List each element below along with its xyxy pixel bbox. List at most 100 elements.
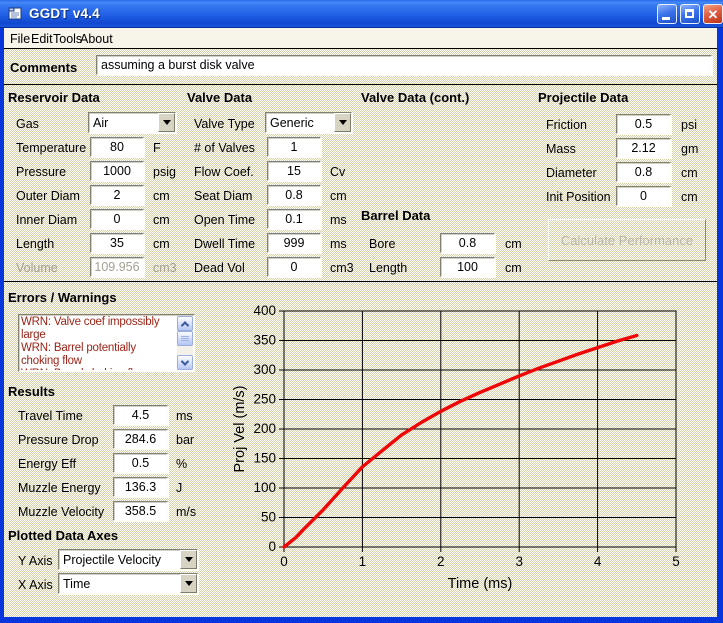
scroll-down-button[interactable] <box>177 355 193 370</box>
x-tick-label: 1 <box>359 554 367 569</box>
seat-diam-unit: cm <box>330 189 347 203</box>
friction-label: Friction <box>546 118 587 132</box>
inner-diam-input[interactable] <box>90 209 144 229</box>
volume-input <box>90 257 144 277</box>
menu-file[interactable]: File <box>10 32 30 46</box>
muzzle-energy-label: Muzzle Energy <box>18 481 101 495</box>
bore-unit: cm <box>505 237 522 251</box>
maximize-button[interactable] <box>680 4 700 24</box>
menu-about[interactable]: About <box>80 32 113 46</box>
x-axis-select[interactable]: Time <box>58 573 198 594</box>
temperature-input[interactable] <box>90 137 144 157</box>
muzzle-energy-unit: J <box>176 481 182 495</box>
y-tick-label: 50 <box>261 510 276 525</box>
chevron-down-icon <box>163 120 171 125</box>
barrel-header: Barrel Data <box>361 208 430 223</box>
velocity-curve <box>284 336 637 548</box>
errors-list: WRN: Valve coef impossibly large WRN: Ba… <box>21 316 177 370</box>
x-axis-value: Time <box>59 577 180 591</box>
seat-diam-label: Seat Diam <box>194 189 252 203</box>
titlebar[interactable]: GGDT v4.4 ✕ <box>0 0 723 28</box>
y-tick-label: 250 <box>253 392 276 407</box>
outer-diam-input[interactable] <box>90 185 144 205</box>
y-tick-label: 200 <box>253 421 276 436</box>
gas-dropdown-button[interactable] <box>158 113 175 132</box>
muzzle-energy-value <box>113 477 168 497</box>
scroll-up-button[interactable] <box>177 316 193 331</box>
barrel-length-label: Length <box>369 261 407 275</box>
flow-coef-unit: Cv <box>330 165 345 179</box>
x-tick-label: 0 <box>280 554 288 569</box>
bore-input[interactable] <box>440 233 495 253</box>
valve-type-select[interactable]: Generic <box>265 112 352 133</box>
x-tick-label: 5 <box>672 554 680 569</box>
dwell-time-label: Dwell Time <box>194 237 255 251</box>
menu-edit[interactable]: Edit <box>31 32 53 46</box>
y-tick-label: 150 <box>253 451 276 466</box>
temperature-label: Temperature <box>16 141 86 155</box>
y-tick-label: 400 <box>253 303 276 318</box>
volume-unit: cm3 <box>153 261 177 275</box>
warning-item[interactable]: WRN: Valve coef impossibly large <box>21 316 177 342</box>
init-position-input[interactable] <box>616 186 671 206</box>
warning-item[interactable]: WRN: Barrel choking flow <box>21 368 177 370</box>
dead-vol-input[interactable] <box>267 257 321 277</box>
calculate-performance-button[interactable]: Calculate Performance <box>548 219 706 261</box>
form-divider <box>4 281 717 282</box>
open-time-unit: ms <box>330 213 347 227</box>
flow-coef-input[interactable] <box>267 161 321 181</box>
y-tick-label: 300 <box>253 362 276 377</box>
seat-diam-input[interactable] <box>267 185 321 205</box>
travel-time-label: Travel Time <box>18 409 83 423</box>
diameter-input[interactable] <box>616 162 671 182</box>
open-time-input[interactable] <box>267 209 321 229</box>
gas-value: Air <box>89 116 158 130</box>
friction-input[interactable] <box>616 114 671 134</box>
projectile-header: Projectile Data <box>538 90 628 105</box>
comments-input[interactable] <box>96 55 712 75</box>
reservoir-header: Reservoir Data <box>8 90 100 105</box>
gas-select[interactable]: Air <box>88 112 176 133</box>
res-length-unit: cm <box>153 237 170 251</box>
warning-item[interactable]: WRN: Barrel potentially choking flow <box>21 342 177 368</box>
comments-row: Comments <box>4 50 717 85</box>
travel-time-unit: ms <box>176 409 193 423</box>
app-icon <box>7 5 24 22</box>
init-position-label: Init Position <box>546 190 611 204</box>
num-valves-input[interactable] <box>267 137 321 157</box>
y-axis-select[interactable]: Projectile Velocity <box>58 549 198 570</box>
scrollbar-thumb[interactable] <box>177 331 193 346</box>
y-tick-label: 350 <box>253 333 276 348</box>
valve-cont-header: Valve Data (cont.) <box>361 90 469 105</box>
pressure-input[interactable] <box>90 161 144 181</box>
close-button[interactable]: ✕ <box>703 4 723 24</box>
menu-tools[interactable]: Tools <box>53 32 82 46</box>
x-axis-label: X Axis <box>18 578 53 592</box>
muzzle-velocity-value <box>113 501 168 521</box>
muzzle-velocity-unit: m/s <box>176 505 196 519</box>
window-title: GGDT v4.4 <box>29 6 100 21</box>
energy-eff-value <box>113 453 168 473</box>
valve-type-dropdown-button[interactable] <box>334 113 351 132</box>
y-axis-value: Projectile Velocity <box>59 553 180 567</box>
menubar: File Edit Tools About <box>4 28 717 49</box>
open-time-label: Open Time <box>194 213 255 227</box>
errors-scrollbar[interactable] <box>177 316 193 370</box>
mass-unit: gm <box>681 142 698 156</box>
pressure-drop-label: Pressure Drop <box>18 433 99 447</box>
errors-listbox[interactable]: WRN: Valve coef impossibly large WRN: Ba… <box>18 314 195 372</box>
dwell-time-input[interactable] <box>267 233 321 253</box>
mass-input[interactable] <box>616 138 671 158</box>
minimize-button[interactable] <box>657 4 677 24</box>
barrel-length-input[interactable] <box>440 257 495 277</box>
y-axis-dropdown-button[interactable] <box>180 550 197 569</box>
x-axis-title: Time (ms) <box>448 576 513 592</box>
x-axis-dropdown-button[interactable] <box>180 574 197 593</box>
chevron-up-icon <box>181 321 189 329</box>
valve-type-value: Generic <box>266 116 334 130</box>
diameter-label: Diameter <box>546 166 597 180</box>
x-tick-label: 4 <box>594 554 602 569</box>
bore-label: Bore <box>369 237 395 251</box>
muzzle-velocity-label: Muzzle Velocity <box>18 505 104 519</box>
res-length-input[interactable] <box>90 233 144 253</box>
